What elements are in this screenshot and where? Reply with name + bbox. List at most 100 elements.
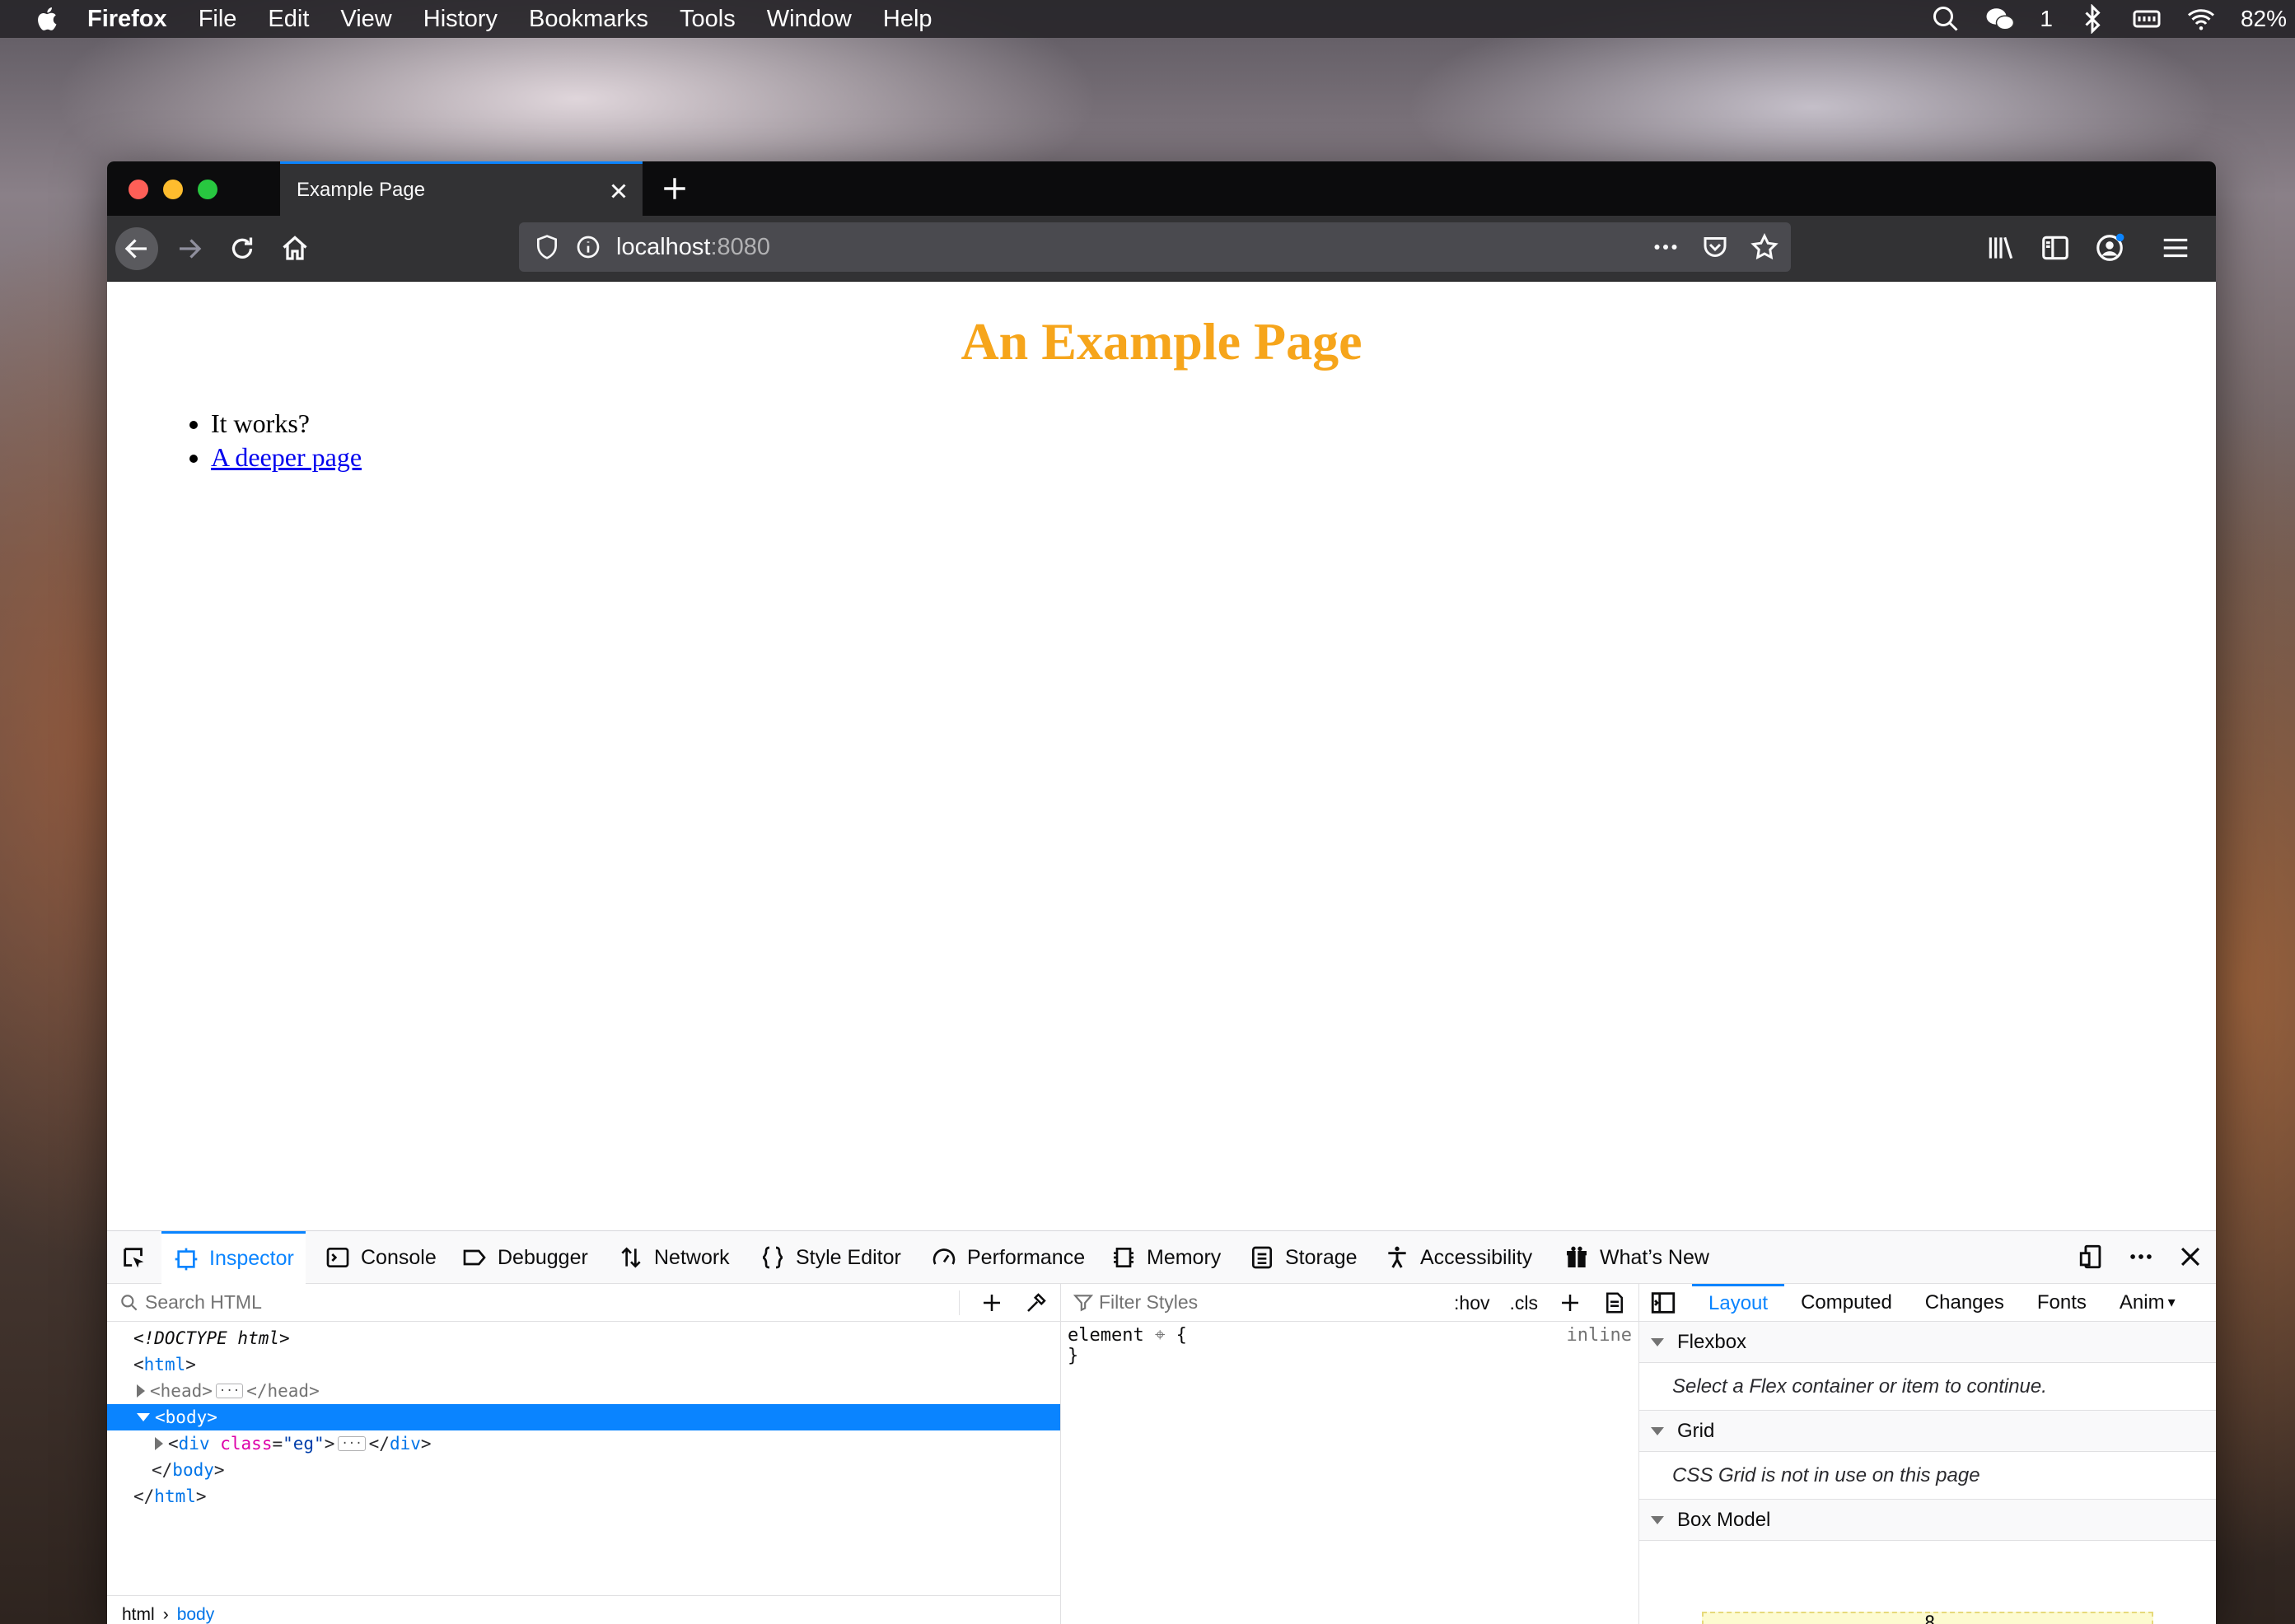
menu-edit[interactable]: Edit <box>268 6 309 33</box>
node-target-icon[interactable]: ⌖ <box>1155 1325 1165 1346</box>
tab-label: Debugger <box>498 1245 588 1269</box>
collapse-arrow-icon <box>1651 1426 1664 1435</box>
chevron-down-icon[interactable]: ▾ <box>2168 1294 2176 1311</box>
console-icon <box>326 1248 349 1267</box>
tab-performance[interactable]: Performance <box>931 1231 1085 1284</box>
tree-node-div[interactable]: < div class = "eg" > ··· </div > <box>107 1430 1060 1457</box>
account-icon[interactable] <box>2094 232 2125 264</box>
tab-storage[interactable]: Storage <box>1249 1231 1358 1284</box>
tab-console[interactable]: Console <box>325 1231 437 1284</box>
tab-computed[interactable]: Computed <box>1784 1284 1909 1322</box>
margin-top-value[interactable]: 8 <box>1924 1613 1935 1624</box>
cls-toggle[interactable]: .cls <box>1510 1292 1539 1314</box>
address-bar[interactable]: localhost:8080 <box>519 222 1791 272</box>
collapsed-ellipsis[interactable]: ··· <box>215 1384 244 1398</box>
pocket-icon[interactable] <box>1700 232 1730 262</box>
close-window-button[interactable] <box>129 180 148 199</box>
tab-changes[interactable]: Changes <box>1909 1284 2021 1322</box>
tab-layout[interactable]: Layout <box>1692 1283 1785 1322</box>
back-arrow-icon <box>124 239 147 259</box>
tree-node-body-close[interactable]: </body > <box>107 1457 1060 1483</box>
tab-inspector[interactable]: Inspector <box>161 1231 306 1284</box>
tree-node-body[interactable]: < body > <box>107 1404 1060 1430</box>
zoom-window-button[interactable] <box>198 180 217 199</box>
markup-tree: <!DOCTYPE html> < html > < head > ··· </head > … <box>107 1322 1060 1510</box>
expand-arrow-icon[interactable] <box>137 1384 145 1398</box>
tree-node-html-close[interactable]: </html > <box>107 1483 1060 1510</box>
tab-style-editor[interactable]: Style Editor <box>760 1231 901 1284</box>
flexbox-title: Flexbox <box>1677 1330 1747 1353</box>
menu-view[interactable]: View <box>340 6 391 33</box>
boxmodel-section-header[interactable]: Box Model <box>1639 1500 2216 1541</box>
menu-history[interactable]: History <box>423 6 498 33</box>
new-tab-icon[interactable] <box>661 175 689 203</box>
hov-toggle[interactable]: :hov <box>1454 1292 1489 1314</box>
tab-accessibility[interactable]: Accessibility <box>1384 1231 1532 1284</box>
menu-tools[interactable]: Tools <box>680 6 736 33</box>
site-info-icon[interactable] <box>575 234 601 260</box>
wifi-icon[interactable] <box>2186 4 2216 34</box>
tab-whats-new[interactable]: What’s New <box>1563 1231 1709 1284</box>
collapse-arrow-icon[interactable] <box>137 1413 150 1421</box>
wechat-count: 1 <box>2040 6 2053 31</box>
menu-file[interactable]: File <box>199 6 237 33</box>
hamburger-menu-icon[interactable] <box>2160 232 2191 264</box>
tree-node-html[interactable]: < html > <box>107 1351 1060 1378</box>
home-button[interactable] <box>273 227 316 270</box>
add-node-icon[interactable] <box>979 1290 1004 1315</box>
back-button[interactable] <box>115 227 158 270</box>
storage-icon <box>1252 1246 1272 1269</box>
library-icon[interactable] <box>1985 232 2017 264</box>
menu-window[interactable]: Window <box>767 6 852 33</box>
tab-network[interactable]: Network <box>618 1231 730 1284</box>
breadcrumb-body[interactable]: body <box>177 1605 215 1624</box>
reload-button[interactable] <box>221 227 264 270</box>
eyedropper-icon[interactable] <box>1024 1290 1049 1315</box>
markup-pane: Search HTML <!DOCTYPE html> < html > < head… <box>107 1284 1061 1624</box>
doctype-text: <!DOCTYPE html> <box>133 1328 290 1348</box>
search-html-input[interactable]: Search HTML <box>145 1291 262 1314</box>
keyboard-icon[interactable] <box>2132 4 2162 34</box>
tree-node-doctype[interactable]: <!DOCTYPE html> <box>107 1325 1060 1351</box>
wechat-icon[interactable] <box>1985 4 2015 34</box>
forward-button[interactable] <box>168 227 211 270</box>
filter-styles-input[interactable]: Filter Styles <box>1099 1291 1198 1314</box>
bluetooth-icon[interactable] <box>2078 4 2107 34</box>
toggle-3-pane-icon[interactable] <box>1649 1289 1677 1317</box>
flexbox-section-header[interactable]: Flexbox <box>1639 1322 2216 1363</box>
search-chat-icon[interactable] <box>1931 4 1961 34</box>
list-item: A deeper page <box>211 442 362 473</box>
grid-section-header[interactable]: Grid <box>1639 1411 2216 1452</box>
page-viewport: An Example Page It works? A deeper page <box>107 282 2216 1230</box>
expand-arrow-icon[interactable] <box>155 1437 163 1450</box>
responsive-design-icon[interactable] <box>2078 1243 2106 1271</box>
menu-bookmarks[interactable]: Bookmarks <box>529 6 648 33</box>
macos-menubar: Firefox File Edit View History Bookmarks… <box>0 0 2295 38</box>
tab-fonts[interactable]: Fonts <box>2021 1284 2103 1322</box>
bookmark-star-icon[interactable] <box>1750 232 1779 262</box>
tag-html-close: html <box>154 1486 196 1506</box>
tab-animations[interactable]: Anim <box>2103 1284 2168 1322</box>
devtools-menu-icon[interactable] <box>2127 1243 2155 1271</box>
close-tab-icon[interactable] <box>606 179 631 203</box>
deeper-page-link[interactable]: A deeper page <box>211 442 362 472</box>
add-rule-icon[interactable] <box>1558 1290 1582 1315</box>
minimize-window-button[interactable] <box>163 180 183 199</box>
print-media-icon[interactable] <box>1602 1290 1627 1315</box>
sidebar-icon[interactable] <box>2040 232 2071 264</box>
memory-icon <box>1114 1248 1133 1267</box>
collapsed-ellipsis[interactable]: ··· <box>338 1436 366 1451</box>
tracking-shield-icon[interactable] <box>534 234 560 260</box>
browser-tab[interactable]: Example Page <box>280 161 643 216</box>
close-devtools-icon[interactable] <box>2176 1243 2204 1271</box>
apple-icon[interactable] <box>33 4 63 34</box>
menu-app-firefox[interactable]: Firefox <box>87 6 167 33</box>
tab-debugger[interactable]: Debugger <box>461 1231 588 1284</box>
element-picker-icon[interactable] <box>120 1244 148 1272</box>
tab-memory[interactable]: Memory <box>1110 1231 1221 1284</box>
menu-help[interactable]: Help <box>883 6 932 33</box>
page-actions-icon[interactable] <box>1651 232 1680 262</box>
breadcrumb-html[interactable]: html <box>122 1605 155 1624</box>
list-item: It works? <box>211 408 362 439</box>
tree-node-head[interactable]: < head > ··· </head > <box>107 1378 1060 1404</box>
